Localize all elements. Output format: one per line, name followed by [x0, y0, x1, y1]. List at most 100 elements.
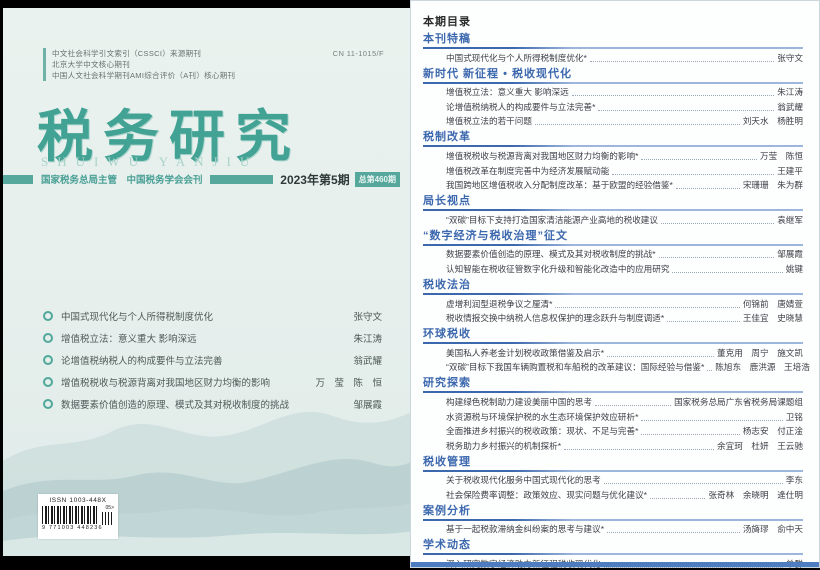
toc-article-authors: 卫铭	[786, 411, 803, 423]
dotted-leader	[564, 449, 714, 450]
toc-article-title: 认知智能在税收征管数字化升级和智能化改造中的应用研究	[446, 263, 669, 275]
toc-page: 本期目录 本刊特稿中国式现代化与个人所得税制度优化*张守文新时代 新征程 • 税…	[410, 0, 820, 568]
toc-section-title: 新时代 新征程 • 税收现代化	[423, 68, 803, 81]
cover-featured-row: 增值税立法：意义重大 影响深远朱江涛	[43, 327, 382, 349]
toc-article-row: 数据要素价值创造的原理、模式及其对税收制度的挑战* 邹展霞	[423, 246, 803, 261]
toc-article-row: 论增值税纳税人的构成要件与立法完善*翁武耀	[423, 98, 803, 113]
journal-spread: 中文社会科学引文索引（CSSCI）来源期刊 北京大学中文核心期刊 中国人文社会科…	[0, 0, 820, 568]
dotted-leader	[555, 307, 739, 308]
dotted-leader	[672, 272, 782, 273]
toc-article-row: 水资源税与环境保护税的水生态环境保护效应研析* 卫铭	[423, 408, 803, 423]
toc-section: 税收管理关于税收现代化服务中国式现代化的思考李东社会保险费率调整：政策效应、现实…	[423, 456, 803, 501]
toc-article-title: 数据要素价值创造的原理、模式及其对税收制度的挑战*	[446, 248, 656, 260]
toc-article-title: 基于一起税款滞纳金纠纷案的思考与建议*	[446, 523, 604, 535]
toc-section-title: 税收法治	[423, 279, 803, 292]
dotted-leader	[607, 356, 714, 357]
toc-section: 环球税收美国私人养老金计划税收政策借鉴及启示*董克用 周宁 施文凯“双碳”目标下…	[423, 328, 803, 373]
cover-photo-frame: 中文社会科学引文索引（CSSCI）来源期刊 北京大学中文核心期刊 中国人文社会科…	[0, 0, 410, 568]
ring-bullet-icon	[43, 399, 53, 409]
toc-article-row: “双碳”目标下我国车辆购置税和车船税的改革建议：国际经验与借鉴*陈旭东 鹿洪源 …	[423, 359, 803, 374]
toc-article-authors: 张守文	[777, 52, 803, 64]
barcode-number: 9 771003 448236	[42, 525, 114, 531]
toc-article-row: 税收情报交换中纳税人信息权保护的理念跃升与制度调适* 王佳宜 史晓慧	[423, 310, 803, 325]
footer-bar	[411, 562, 819, 567]
toc-article-title: 税收情报交换中纳税人信息权保护的理念跃升与制度调适*	[446, 312, 664, 324]
journal-cover: 中文社会科学引文索引（CSSCI）来源期刊 北京大学中文核心期刊 中国人文社会科…	[3, 8, 410, 556]
toc-article-authors: 姚键	[786, 263, 803, 275]
toc-article-authors: 杨志安 付正淦	[743, 425, 803, 437]
toc-article-authors: 李东	[786, 474, 803, 486]
toc-article-authors: 刘天水 杨胜明	[743, 115, 803, 127]
issn-label: ISSN 1003-448X	[42, 497, 114, 504]
teal-bar-left	[3, 175, 33, 184]
toc-article-row: 社会保险费率调整：政策效应、现实问题与优化建议*张奇林 余晓明 逄仕明	[423, 486, 803, 501]
cover-featured-row: 数据要素价值创造的原理、模式及其对税收制度的挑战邹展霞	[43, 393, 382, 415]
toc-article-row: 关于税收现代化服务中国式现代化的思考李东	[423, 472, 803, 487]
toc-article-title: 美国私人养老金计划税收政策借鉴及启示*	[446, 347, 604, 359]
cover-featured-list: 中国式现代化与个人所得税制度优化张守文增值税立法：意义重大 影响深远朱江涛论增值…	[43, 305, 382, 415]
dotted-leader	[707, 370, 712, 371]
toc-article-title: “双碳”目标下支持打造国家清洁能源产业高地的税收建议	[446, 214, 658, 226]
toc-article-authors: 朱江涛	[777, 86, 803, 98]
cover-featured-row: 增值税税收与税源背离对我国地区财力均衡的影响万 莹 陈 恒	[43, 371, 382, 393]
toc-section: 税制改革增值税税收与税源背离对我国地区财力均衡的影响* 万莹 陈恒增值税改革在制度…	[423, 131, 803, 191]
toc-article-authors: 何锦前 唐婧萱	[743, 298, 803, 310]
toc-section-title: 本刊特稿	[423, 33, 803, 46]
toc-article-title: 全面推进乡村振兴的税收政策：现状、不足与完善*	[446, 425, 638, 437]
toc-section-title: 研究探索	[423, 377, 803, 390]
toc-article-title: 构建绿色税制助力建设美丽中国的思考	[446, 396, 592, 408]
toc-article-authors: 宋珊珊 朱为群	[743, 179, 803, 191]
toc-section-title: “数字经济与税收治理”征文	[423, 230, 803, 243]
dotted-leader	[641, 434, 739, 435]
toc-section: 新时代 新征程 • 税收现代化增值税立法：意义重大 影响深远 朱江涛论增值税纳税人…	[423, 68, 803, 128]
toc-section: 局长视点“双碳”目标下支持打造国家清洁能源产业高地的税收建议袁继军	[423, 195, 803, 226]
issue-total-badge: 总第460期	[355, 172, 400, 187]
toc-section-title: 税收管理	[423, 456, 803, 469]
accreditation-line: 中文社会科学引文索引（CSSCI）来源期刊	[52, 48, 235, 59]
cover-article-title: 数据要素价值创造的原理、模式及其对税收制度的挑战	[61, 397, 289, 411]
accreditation-bar	[43, 48, 46, 81]
toc-sections: 本刊特稿中国式现代化与个人所得税制度优化*张守文新时代 新征程 • 税收现代化增…	[423, 33, 803, 570]
toc-section: 研究探索构建绿色税制助力建设美丽中国的思考国家税务总局广东省税务局课题组水资源税…	[423, 377, 803, 451]
teal-bar-long	[210, 175, 274, 184]
cn-serial-number: CN 11-1015/F	[333, 49, 384, 58]
accreditation-line: 中国人文社会科学期刊AMI综合评价（A刊）核心期刊	[52, 70, 235, 81]
toc-section-title: 案例分析	[423, 505, 803, 518]
toc-article-authors: 翁武耀	[777, 101, 803, 113]
toc-section-title: 局长视点	[423, 195, 803, 208]
barcode-block: ISSN 1003-448X 05> 9 771003 448236	[38, 494, 118, 539]
dotted-leader	[641, 159, 757, 160]
journal-title-pinyin: SHUIWU YANJIU	[41, 154, 258, 170]
toc-article-title: 增值税改革在制度完善中为经济发展赋动能	[446, 165, 609, 177]
cover-article-title: 增值税立法：意义重大 影响深远	[61, 331, 197, 345]
toc-article-row: 认知智能在税收征管数字化升级和智能化改造中的应用研究 姚键	[423, 260, 803, 275]
toc-article-row: 基于一起税款滞纳金纠纷案的思考与建议*汤旖璆 俞中天	[423, 521, 803, 536]
toc-article-authors: 王佳宜 史晓慧	[743, 312, 803, 324]
toc-article-authors: 邹展霞	[777, 248, 803, 260]
toc-section-title: 税制改革	[423, 131, 803, 144]
toc-article-title: 税务助力乡村振兴的机制探析*	[446, 440, 561, 452]
dotted-leader	[607, 532, 740, 533]
dotted-leader	[676, 188, 740, 189]
accreditation-block: 中文社会科学引文索引（CSSCI）来源期刊 北京大学中文核心期刊 中国人文社会科…	[43, 48, 235, 81]
dotted-leader	[535, 124, 740, 125]
toc-article-authors: 国家税务总局广东省税务局课题组	[674, 396, 803, 408]
toc-article-title: 增值税税收与税源背离对我国地区财力均衡的影响*	[446, 150, 638, 162]
cover-article-authors: 翁武耀	[353, 353, 382, 367]
dotted-leader	[590, 61, 774, 62]
cover-featured-row: 论增值税纳税人的构成要件与立法完善 翁武耀	[43, 349, 382, 371]
toc-article-title: 增值税立法：意义重大 影响深远	[446, 86, 569, 98]
toc-article-title: 中国式现代化与个人所得税制度优化*	[446, 52, 587, 64]
cover-article-authors: 张守文	[353, 309, 382, 323]
toc-article-row: 增值税立法的若干问题刘天水 杨胜明	[423, 113, 803, 128]
toc-article-row: 中国式现代化与个人所得税制度优化* 张守文	[423, 49, 803, 64]
toc-section: 本刊特稿中国式现代化与个人所得税制度优化* 张守文	[423, 33, 803, 64]
barcode	[42, 506, 99, 524]
issue-label: 2023年第5期	[280, 171, 349, 188]
toc-article-row: 虚增利润型退税争议之厘清*何锦前 唐婧萱	[423, 295, 803, 310]
toc-article-title: 水资源税与环境保护税的水生态环境保护效应研析*	[446, 411, 638, 423]
cover-article-title: 论增值税纳税人的构成要件与立法完善	[61, 353, 223, 367]
toc-article-row: 增值税税收与税源背离对我国地区财力均衡的影响* 万莹 陈恒	[423, 147, 803, 162]
ring-bullet-icon	[43, 355, 53, 365]
toc-article-authors: 万莹 陈恒	[760, 150, 803, 162]
